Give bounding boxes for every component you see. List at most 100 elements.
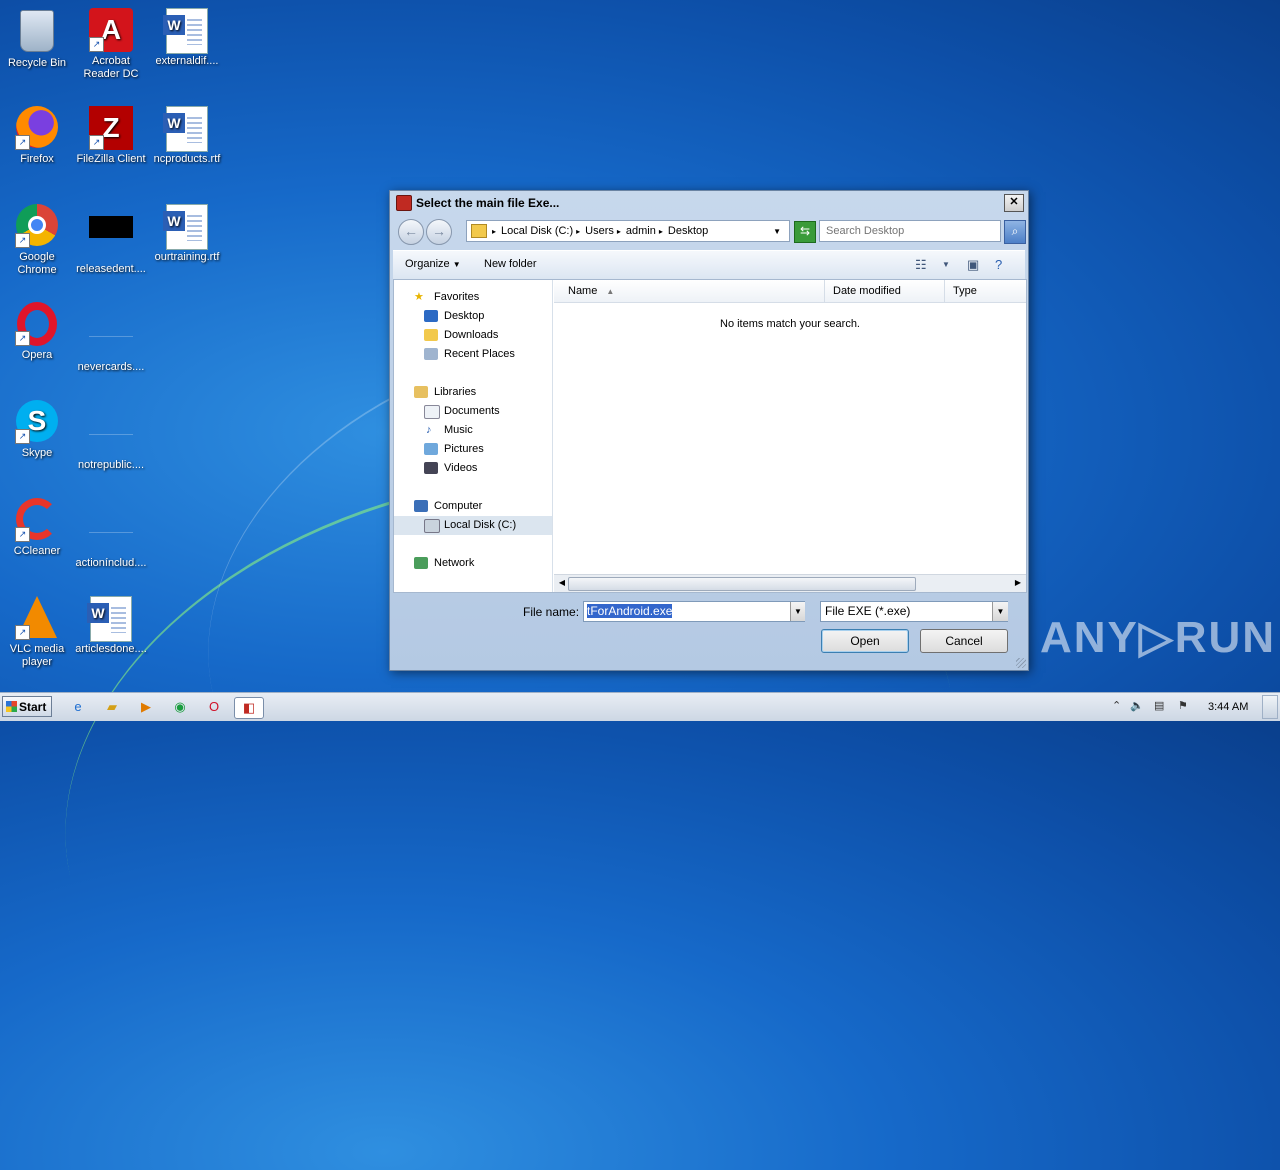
word-document-icon: W bbox=[163, 106, 208, 152]
desktop-icon-articlesdone[interactable]: W articlesdone.... bbox=[74, 596, 148, 656]
breadcrumb-desktop[interactable]: Desktop bbox=[668, 225, 708, 237]
desktop-icon-chrome[interactable]: ↗ Google Chrome bbox=[0, 204, 74, 277]
nav-computer[interactable]: Computer bbox=[394, 497, 552, 516]
open-file-dialog: Select the main file Exe... ✕ ← → ▸ Loca… bbox=[389, 190, 1029, 671]
folder-icon bbox=[471, 224, 487, 238]
explorer-folder-icon[interactable]: ▰ bbox=[102, 697, 122, 717]
nav-local-disk[interactable]: Local Disk (C:) bbox=[394, 516, 552, 535]
star-icon: ★ bbox=[414, 291, 424, 303]
active-app-taskbar-icon[interactable]: ◧ bbox=[234, 697, 264, 719]
dialog-titlebar[interactable]: Select the main file Exe... bbox=[390, 191, 1028, 215]
desktop-icon-opera[interactable]: ↗ Opera bbox=[0, 302, 74, 362]
desktop-icon-nevercards[interactable]: nevercards.... bbox=[74, 302, 148, 374]
taskbar: Start e ▰ ▶ ◉ O ◧ ⌃ 🔈 ▤ ⚑ 3:44 AM bbox=[0, 692, 1280, 721]
new-folder-button[interactable]: New folder bbox=[484, 258, 537, 270]
shortcut-arrow-icon: ↗ bbox=[15, 135, 30, 150]
navigation-pane: ★ Favorites Desktop Downloads Recent Pla… bbox=[394, 280, 553, 592]
scrollbar-thumb[interactable] bbox=[568, 577, 916, 591]
volume-icon[interactable]: 🔈 bbox=[1130, 699, 1144, 712]
desktop-icon-skype[interactable]: S ↗ Skype bbox=[0, 400, 74, 460]
file-thumbnail-icon bbox=[89, 314, 133, 337]
desktop-icon-ncproducts[interactable]: W ncproducts.rtf bbox=[150, 106, 224, 166]
file-type-select[interactable]: File EXE (*.exe) bbox=[820, 601, 1008, 622]
help-icon[interactable]: ? bbox=[995, 257, 1002, 272]
sort-up-icon: ▲ bbox=[606, 287, 615, 296]
address-bar[interactable]: ▸ Local Disk (C:) ▸ Users ▸ admin ▸ Desk… bbox=[466, 220, 790, 242]
computer-icon bbox=[414, 500, 428, 512]
scroll-left-icon[interactable]: ◀ bbox=[556, 577, 568, 589]
preview-pane-icon[interactable]: ▣ bbox=[967, 257, 979, 273]
desktop-icon-filezilla[interactable]: Z ↗ FileZilla Client bbox=[74, 106, 148, 166]
horizontal-scrollbar[interactable]: ◀ ▶ bbox=[554, 574, 1026, 592]
column-name[interactable]: Name ▲ bbox=[554, 280, 825, 302]
cancel-button[interactable]: Cancel bbox=[920, 629, 1008, 653]
file-name-dropdown[interactable]: ▼ bbox=[790, 602, 805, 621]
desktop-icon-releasedent[interactable]: releasedent.... bbox=[74, 204, 148, 276]
chevron-down-icon[interactable]: ▼ bbox=[773, 227, 781, 236]
nav-downloads[interactable]: Downloads bbox=[394, 326, 552, 345]
command-bar: Organize ▼ New folder ☷ ▼ ▣ ? bbox=[393, 250, 1025, 280]
nav-music[interactable]: ♪ Music bbox=[394, 421, 552, 440]
refresh-button[interactable]: ⇆ bbox=[794, 221, 816, 243]
file-name-input[interactable]: tForAndroid.exe bbox=[583, 601, 805, 622]
show-desktop-button[interactable] bbox=[1262, 695, 1278, 719]
nav-documents[interactable]: Documents bbox=[394, 402, 552, 421]
scroll-right-icon[interactable]: ▶ bbox=[1012, 577, 1024, 589]
desktop-icon-vlc[interactable]: ↗ VLC media player bbox=[0, 596, 74, 669]
breadcrumb-admin[interactable]: admin bbox=[626, 225, 656, 237]
close-button[interactable]: ✕ bbox=[1004, 194, 1024, 212]
desktop-icon-ourtraining[interactable]: W ourtraining.rtf bbox=[150, 204, 224, 264]
app-icon bbox=[396, 195, 412, 211]
desktop-icon-acrobat[interactable]: A ↗ Acrobat Reader DC bbox=[74, 8, 148, 81]
chevron-down-icon: ▼ bbox=[794, 607, 802, 616]
desktop-icon-notrepublic[interactable]: notrepublic.... bbox=[74, 400, 148, 472]
desktop-icon-actioninclud[interactable]: actionínclud.... bbox=[74, 498, 148, 570]
breadcrumb-users[interactable]: Users bbox=[585, 225, 614, 237]
chrome-taskbar-icon[interactable]: ◉ bbox=[170, 697, 190, 717]
breadcrumb-local-disk[interactable]: Local Disk (C:) bbox=[501, 225, 573, 237]
desktop-icon-externaldif[interactable]: W externaldif.... bbox=[150, 8, 224, 68]
desktop-icon-recycle-bin[interactable]: Recycle Bin bbox=[0, 8, 74, 70]
view-options-icon[interactable]: ☷ bbox=[915, 257, 927, 273]
column-date-modified[interactable]: Date modified bbox=[825, 280, 945, 302]
desktop-icon bbox=[424, 310, 438, 322]
media-player-icon[interactable]: ▶ bbox=[136, 697, 156, 717]
chevron-right-icon: ▸ bbox=[492, 226, 497, 236]
shortcut-arrow-icon: ↗ bbox=[15, 625, 30, 640]
nav-desktop[interactable]: Desktop bbox=[394, 307, 552, 326]
network-tray-icon[interactable]: ▤ bbox=[1154, 699, 1164, 712]
search-input[interactable] bbox=[819, 220, 1001, 242]
empty-message: No items match your search. bbox=[720, 318, 860, 330]
tray-expand-icon[interactable]: ⌃ bbox=[1112, 699, 1121, 712]
clock[interactable]: 3:44 AM bbox=[1208, 701, 1248, 713]
nav-pictures[interactable]: Pictures bbox=[394, 440, 552, 459]
internet-explorer-icon[interactable]: e bbox=[68, 697, 88, 717]
desktop-icon-ccleaner[interactable]: ↗ CCleaner bbox=[0, 498, 74, 558]
nav-libraries[interactable]: Libraries bbox=[394, 383, 552, 402]
open-button[interactable]: Open bbox=[821, 629, 909, 653]
chevron-down-icon: ▼ bbox=[996, 607, 1005, 616]
chevron-right-icon: ▸ bbox=[576, 226, 581, 236]
file-type-dropdown[interactable]: ▼ bbox=[992, 602, 1008, 621]
search-button[interactable]: ⌕ bbox=[1004, 220, 1026, 244]
nav-favorites[interactable]: ★ Favorites bbox=[394, 288, 552, 307]
libraries-icon bbox=[414, 386, 428, 398]
start-button[interactable]: Start bbox=[2, 696, 52, 717]
back-button[interactable]: ← bbox=[398, 219, 424, 245]
shortcut-arrow-icon: ↗ bbox=[15, 331, 30, 346]
desktop-icon-firefox[interactable]: ↗ Firefox bbox=[0, 106, 74, 166]
organize-button[interactable]: Organize ▼ bbox=[405, 258, 461, 270]
chevron-down-icon[interactable]: ▼ bbox=[942, 260, 950, 269]
nav-videos[interactable]: Videos bbox=[394, 459, 552, 478]
action-center-flag-icon[interactable]: ⚑ bbox=[1178, 699, 1188, 712]
dialog-title: Select the main file Exe... bbox=[416, 196, 560, 210]
nav-recent-places[interactable]: Recent Places bbox=[394, 345, 552, 364]
nav-network[interactable]: Network bbox=[394, 554, 552, 573]
column-type[interactable]: Type bbox=[945, 280, 1026, 302]
resize-grip[interactable] bbox=[1016, 658, 1026, 668]
column-headers: Name ▲ Date modified Type bbox=[554, 280, 1026, 303]
opera-taskbar-icon[interactable]: O bbox=[204, 697, 224, 717]
word-document-icon: W bbox=[163, 204, 208, 250]
forward-button[interactable]: → bbox=[426, 219, 452, 245]
chevron-down-icon: ▼ bbox=[452, 260, 461, 269]
